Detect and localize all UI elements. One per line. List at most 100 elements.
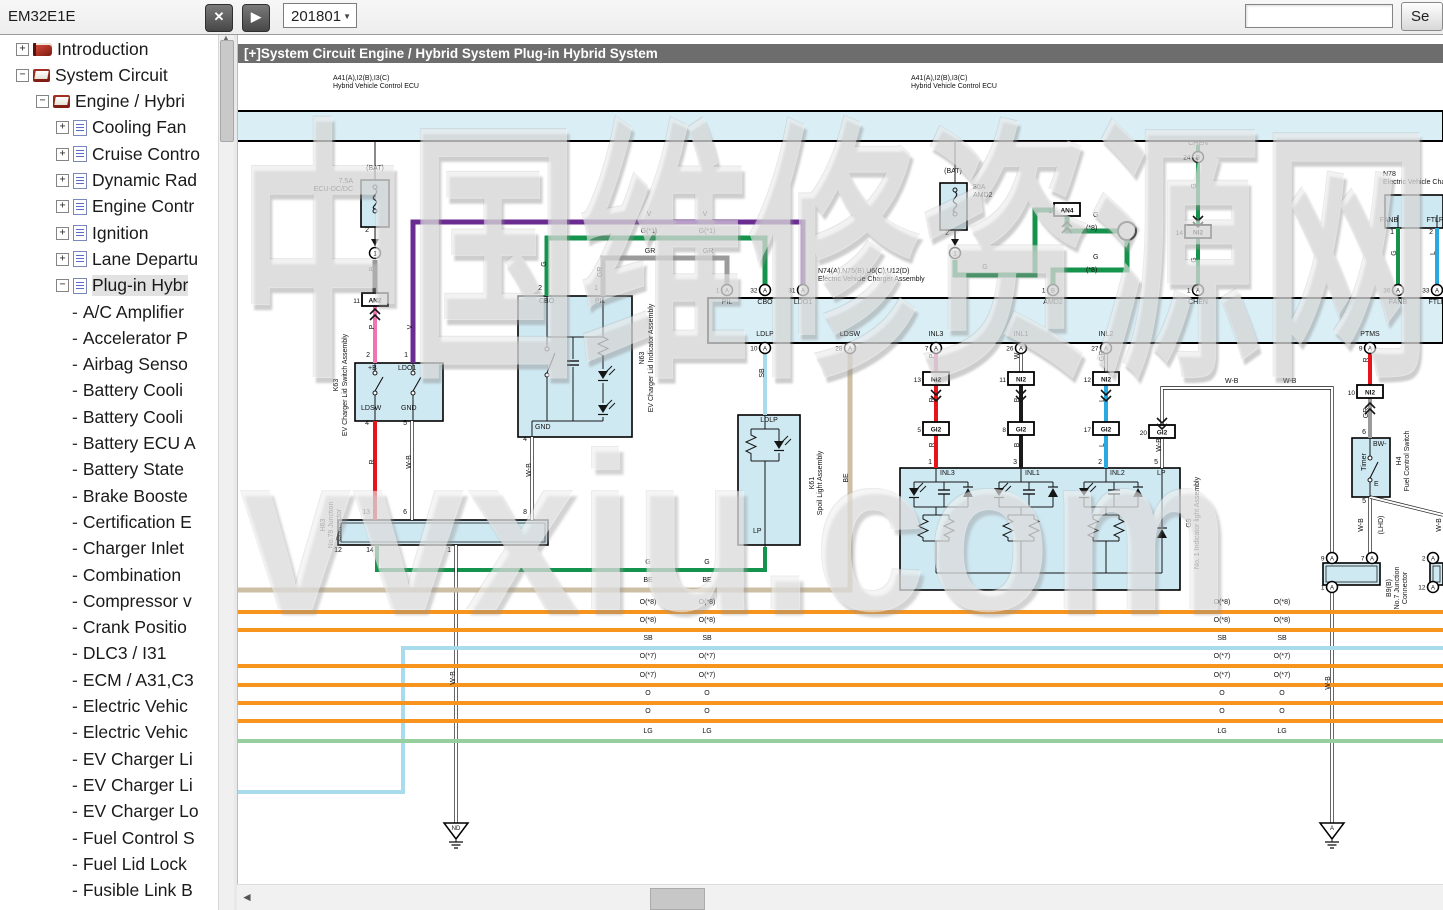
svg-text:33: 33 <box>1422 288 1430 295</box>
tree-item-label: Plug-in Hybr <box>92 275 188 296</box>
play-button[interactable]: ▶ <box>242 4 270 32</box>
tree-item[interactable]: -EV Charger Lo <box>0 799 218 825</box>
expand-icon[interactable]: + <box>56 253 69 266</box>
tree-item-label: HV Battery A <box>83 906 183 910</box>
chevron-down-icon: ▼ <box>343 4 351 29</box>
svg-text:1: 1 <box>1042 288 1046 295</box>
tree-item[interactable]: + Ignition <box>0 220 218 246</box>
tree-leaf-dash: - <box>72 591 78 612</box>
collapse-icon[interactable]: − <box>36 95 49 108</box>
collapse-icon[interactable]: − <box>16 69 29 82</box>
tree-item[interactable]: −Engine / Hybri <box>0 89 218 115</box>
svg-text:36: 36 <box>1383 288 1391 295</box>
close-icon: ✕ <box>214 9 225 24</box>
tree-item-label: EV Charger Li <box>83 775 193 796</box>
tree-item[interactable]: +Cruise Contro <box>0 141 218 167</box>
horizontal-scrollbar[interactable]: ◄ <box>237 884 1443 910</box>
tree-item[interactable]: -HV Battery A <box>0 904 218 910</box>
tree-item-label: Introduction <box>57 39 148 60</box>
expand-icon[interactable]: + <box>56 148 69 161</box>
expand-icon[interactable]: + <box>16 43 29 56</box>
tree-item-label: Compressor v <box>83 591 192 612</box>
tree-leaf-dash: - <box>72 880 78 901</box>
tree-item[interactable]: -Accelerator P <box>0 325 218 351</box>
tree-item[interactable]: -Battery State <box>0 457 218 483</box>
svg-text:12: 12 <box>1418 585 1426 592</box>
search-input[interactable] <box>1245 4 1393 28</box>
tree-item[interactable]: -Electric Vehic <box>0 694 218 720</box>
scroll-left-icon[interactable]: ◄ <box>241 890 253 904</box>
document-icon <box>73 120 87 136</box>
tree-leaf-dash: - <box>72 380 78 401</box>
tree-item[interactable]: -Battery Cooli <box>0 404 218 430</box>
svg-text:A: A <box>1396 288 1400 294</box>
tree-item[interactable]: -Battery Cooli <box>0 378 218 404</box>
sidebar-scroll-thumb[interactable] <box>220 40 234 142</box>
tree-item-label: DLC3 / I31 <box>83 643 167 664</box>
tree-item[interactable]: -Crank Positio <box>0 615 218 641</box>
version-dropdown[interactable]: 201801 ▼ <box>283 3 357 28</box>
tree-item[interactable]: -EV Charger Li <box>0 746 218 772</box>
svg-text:B: B <box>1196 155 1200 161</box>
tree-item[interactable]: -A/C Amplifier <box>0 299 218 325</box>
book-icon <box>33 43 52 56</box>
tree-item[interactable]: +Lane Departu <box>0 246 218 272</box>
tree-item[interactable]: +Dynamic Rad <box>0 168 218 194</box>
tree-item[interactable]: -ECM / A31,C3 <box>0 667 218 693</box>
sidebar-scrollbar[interactable]: ▲ <box>218 35 234 910</box>
tree-item[interactable]: −System Circuit <box>0 62 218 88</box>
tree-item[interactable]: -Battery ECU A <box>0 431 218 457</box>
expand-icon[interactable]: + <box>56 121 69 134</box>
close-button[interactable]: ✕ <box>205 4 233 32</box>
svg-text:1: 1 <box>1187 288 1191 295</box>
search-button[interactable]: Se <box>1401 2 1443 31</box>
tree-item-label: Crank Positio <box>83 617 187 638</box>
diagram-title-bar: [+]System Circuit Engine / Hybrid System… <box>237 44 1443 63</box>
tree-item[interactable]: -Fuel Lid Lock <box>0 851 218 877</box>
panel-divider <box>234 35 238 910</box>
tree-item[interactable]: -EV Charger Li <box>0 772 218 798</box>
tree-item[interactable]: -Brake Booste <box>0 483 218 509</box>
application-window: EM32E1E ✕ ▶ 201801 ▼ Se +Introduction−Sy… <box>0 0 1443 910</box>
svg-text:17: 17 <box>1084 427 1092 434</box>
wiring-diagram-panel: AN211AN41NI214NI213NI211NI212NI210GI25GI… <box>237 35 1443 884</box>
svg-text:GI2: GI2 <box>931 427 942 434</box>
svg-text:AN4: AN4 <box>1060 208 1073 215</box>
svg-text:A: A <box>1019 346 1023 352</box>
tree-leaf-dash: - <box>72 854 78 875</box>
tree-item[interactable]: + Introduction <box>0 36 218 62</box>
tree-item[interactable]: − Plug-in Hybr <box>0 273 218 299</box>
tree-leaf-dash: - <box>72 828 78 849</box>
svg-text:A: A <box>1330 556 1334 562</box>
tree-leaf-dash: - <box>72 696 78 717</box>
tree-item[interactable]: -Combination <box>0 562 218 588</box>
tree-item[interactable]: +Engine Contr <box>0 194 218 220</box>
tree-item[interactable]: -Fusible Link B <box>0 878 218 904</box>
svg-text:A: A <box>1431 556 1435 562</box>
svg-text:NI2: NI2 <box>1365 390 1376 397</box>
tree-item-label: Electric Vehic <box>83 722 188 743</box>
svg-text:1: 1 <box>1321 585 1325 592</box>
tree-leaf-dash: - <box>72 722 78 743</box>
tree-item[interactable]: -Fuel Control S <box>0 825 218 851</box>
tree-leaf-dash: - <box>72 459 78 480</box>
tree-item[interactable]: -Airbag Senso <box>0 352 218 378</box>
expand-icon[interactable]: + <box>56 200 69 213</box>
tree-item[interactable]: +Cooling Fan <box>0 115 218 141</box>
tree-item[interactable]: -Certification E <box>0 509 218 535</box>
tree-leaf-dash: - <box>72 670 78 691</box>
hscroll-thumb[interactable] <box>650 888 705 910</box>
tree-item[interactable]: -Charger Inlet <box>0 536 218 562</box>
tree-item-label: Battery State <box>83 459 184 480</box>
collapse-icon[interactable]: − <box>56 279 69 292</box>
tree-item[interactable]: -DLC3 / I31 <box>0 641 218 667</box>
tree-leaf-dash: - <box>72 538 78 559</box>
expand-icon[interactable]: + <box>56 227 69 240</box>
tree-item-label: Ignition <box>92 223 148 244</box>
document-icon <box>73 251 87 267</box>
svg-text:NI2: NI2 <box>931 377 942 384</box>
tree-item[interactable]: -Compressor v <box>0 588 218 614</box>
svg-text:GI2: GI2 <box>1016 427 1027 434</box>
tree-item[interactable]: -Electric Vehic <box>0 720 218 746</box>
expand-icon[interactable]: + <box>56 174 69 187</box>
